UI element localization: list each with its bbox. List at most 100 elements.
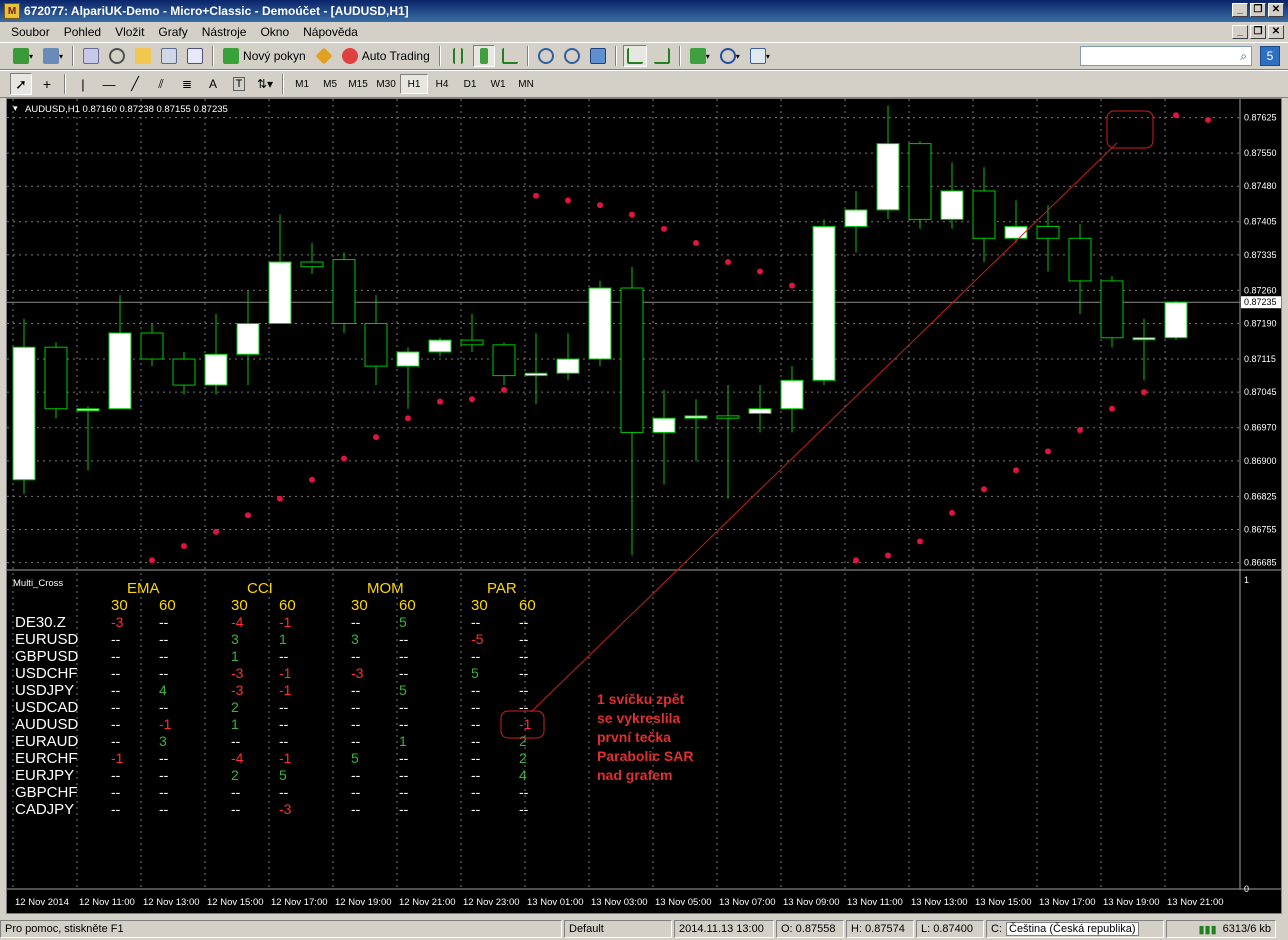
minimize-button[interactable]: _ [1232,3,1248,17]
child-close-button[interactable]: ✕ [1268,25,1284,39]
trendline-button[interactable]: ╱ [124,73,146,95]
bar-chart-button[interactable] [447,45,469,67]
annotation-text-line: 1 svíčku zpět [597,691,684,707]
market-watch-button[interactable] [80,45,102,67]
signal-cell: -- [351,767,361,783]
search-input[interactable]: ⌕ [1080,46,1252,66]
sar-dot [501,386,507,393]
horizontal-line-button[interactable]: — [98,73,120,95]
time-tick-label: 12 Nov 17:00 [271,897,328,908]
indicator-group-header: MOM [367,580,404,597]
timeframe-m5[interactable]: M5 [316,74,344,94]
sar-dot [277,495,283,502]
child-restore-button[interactable]: ❐ [1250,25,1266,39]
autoscroll-button[interactable] [622,45,647,67]
new-order-icon [223,48,240,64]
sar-dot [1013,467,1019,474]
sar-dot [373,434,379,441]
line-chart-button[interactable] [499,45,521,67]
chart-window[interactable]: 0.87625 0.87550 0.87480 0.87405 0.87335 0.872… [6,98,1282,914]
candles [12,105,1188,556]
periods-button[interactable]: ▾ [717,45,743,67]
restore-button[interactable]: ❐ [1250,3,1266,17]
search-icon[interactable]: ⌕ [1240,49,1247,64]
timeframe-d1[interactable]: D1 [456,74,484,94]
window-title: 672077: AlpariUK-Demo - Micro+Classic - … [24,4,409,18]
toolbar-separator [526,46,529,66]
sar-dot [341,455,347,462]
zoom-out-icon [563,48,580,64]
auto-trading-button[interactable]: Auto Trading [339,45,433,67]
candle-bearish [972,190,996,239]
time-tick-label: 13 Nov 17:00 [1039,897,1096,908]
status-close-cell: C: Čeština (Česká republika) [986,920,1164,938]
indicators-button[interactable]: ▾ [687,45,713,67]
timeframe-mn[interactable]: MN [512,74,540,94]
timeframe-m15[interactable]: M15 [344,74,372,94]
search-results-badge[interactable]: 5 [1260,46,1280,66]
zoom-in-icon [537,48,554,64]
new-chart-button[interactable]: ▾ [10,45,36,67]
parabolic-sar [149,112,1211,564]
annotation-text-line: se vykreslila [597,710,681,726]
sar-dot [885,552,891,559]
child-minimize-button[interactable]: _ [1232,25,1248,39]
chart-menu-arrow-icon[interactable]: ▾ [13,103,18,113]
sar-dot [949,509,955,516]
menu-okno[interactable]: Okno [253,25,296,39]
symbol-label: EURJPY [15,767,74,784]
candle-bullish [780,379,804,410]
text-button[interactable]: A [202,73,224,95]
fibonacci-button[interactable]: ≣ [176,73,198,95]
tester-button[interactable] [184,45,206,67]
data-window-button[interactable] [106,45,128,67]
metaeditor-button[interactable] [313,45,335,67]
signal-cell: -- [471,682,481,698]
close-button[interactable]: ✕ [1268,3,1284,17]
price-tick-label: 0.86685 [1244,558,1277,568]
vertical-line-button[interactable]: | [72,73,94,95]
timeframe-w1[interactable]: W1 [484,74,512,94]
sar-dot [533,192,539,199]
equidistant-channel-button[interactable]: ⫽ [150,73,172,95]
menu-pohled[interactable]: Pohled [57,25,108,39]
terminal-button[interactable] [158,45,180,67]
profile-name[interactable]: Default [564,920,672,938]
signal-cell: -- [519,665,529,681]
zoom-in-button[interactable] [535,45,557,67]
text-label-button[interactable]: T [228,73,250,95]
price-tick-label: 0.87115 [1244,354,1276,364]
timeframe-h4[interactable]: H4 [428,74,456,94]
crosshair-icon [109,48,126,64]
signal-cell: -- [351,784,361,800]
crosshair-button[interactable]: + [36,73,58,95]
cursor-button[interactable]: ➚ [10,73,32,95]
menu-napoveda[interactable]: Nápověda [296,25,365,39]
templates-button[interactable]: ▾ [747,45,773,67]
menu-nastroje[interactable]: Nástroje [195,25,254,39]
arrows-button[interactable]: ⇅▾ [254,73,276,95]
menu-soubor[interactable]: Soubor [4,25,57,39]
zoom-out-button[interactable] [561,45,583,67]
menu-vlozit[interactable]: Vložit [108,25,151,39]
new-order-button[interactable]: Nový pokyn [220,45,309,67]
candle-bearish [492,344,516,377]
symbol-label: EURAUD [15,733,79,750]
channel-icon: ⫽ [158,76,164,91]
navigator-button[interactable] [132,45,154,67]
tile-windows-button[interactable] [587,45,609,67]
time-tick-label: 13 Nov 21:00 [1167,897,1224,908]
price-tick-label: 0.86825 [1244,491,1277,501]
status-low: L: 0.87400 [916,920,984,938]
signal-cell: -3 [279,801,292,817]
chart-canvas[interactable]: 0.87625 0.87550 0.87480 0.87405 0.87335 0.872… [7,99,1281,913]
timeframe-m1[interactable]: M1 [288,74,316,94]
signal-cell: -- [111,801,121,817]
chart-shift-button[interactable] [651,45,673,67]
profiles-button[interactable]: ▾ [40,45,66,67]
candlestick-button[interactable] [472,45,495,67]
candle-bullish [428,339,452,353]
menu-grafy[interactable]: Grafy [151,25,194,39]
timeframe-h1[interactable]: H1 [400,74,429,94]
timeframe-m30[interactable]: M30 [372,74,400,94]
